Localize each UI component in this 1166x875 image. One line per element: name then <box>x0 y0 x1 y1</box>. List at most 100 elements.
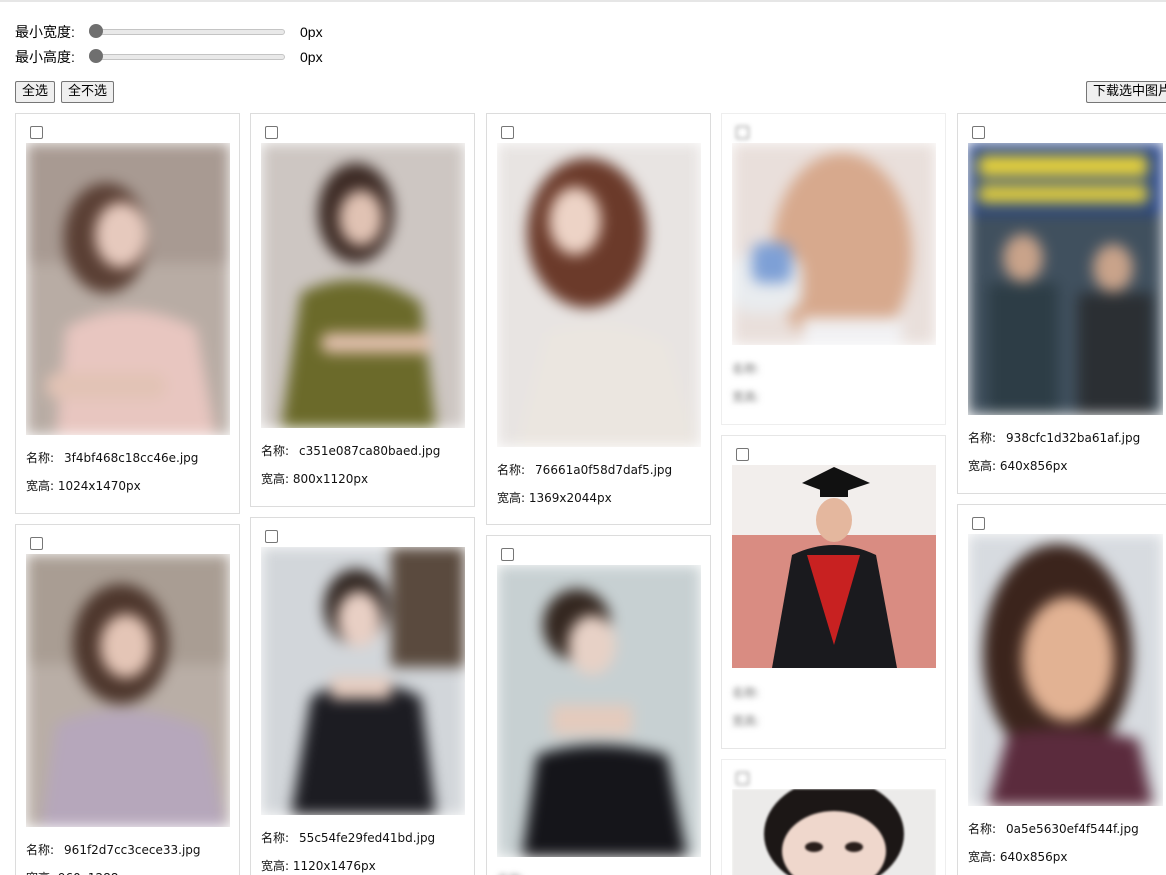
min-height-slider[interactable] <box>89 49 285 65</box>
image-card <box>721 759 946 875</box>
image-size: 960x1288px <box>58 871 133 875</box>
name-label: 名称: <box>968 822 997 836</box>
image-name-row: 名称: 938cfc1d32ba61af.jpg <box>968 429 1140 446</box>
image-name-row: 名称: 55c54fe29fed41bd.jpg <box>261 829 435 846</box>
select-checkbox[interactable] <box>265 530 278 543</box>
image-card: 名称: 3f4bf468c18cc46e.jpg 宽高: 1024x1470px <box>15 113 240 514</box>
select-all-button[interactable]: 全选 <box>15 81 56 103</box>
image-name-row: 名称: <box>732 684 770 701</box>
select-checkbox[interactable] <box>972 126 985 139</box>
image-card: 名称: 938cfc1d32ba61af.jpg 宽高: 640x856px <box>957 113 1166 494</box>
image-card: 名称: 55c54fe29fed41bd.jpg 宽高: 1120x1476px <box>250 517 475 875</box>
image-card: 名称: 76661a0f58d7daf5.jpg 宽高: 1369x2044px <box>486 113 711 525</box>
image-size: 1024x1470px <box>57 479 141 493</box>
select-checkbox[interactable] <box>736 448 749 461</box>
select-checkbox[interactable] <box>265 126 278 139</box>
size-label: 宽高: <box>26 871 54 875</box>
select-checkbox[interactable] <box>736 126 749 139</box>
slider-thumb[interactable] <box>89 49 103 63</box>
image-card: 名称: 0a5e5630ef4f544f.jpg 宽高: 640x856px <box>957 504 1166 875</box>
image-name: 3f4bf468c18cc46e.jpg <box>64 451 199 465</box>
name-label: 名称: <box>261 831 290 845</box>
min-height-filter: 最小高度: 0px <box>15 46 323 68</box>
thumbnail-image[interactable] <box>261 547 465 815</box>
image-size-row: 宽高: 1369x2044px <box>497 489 612 506</box>
thumbnail-image[interactable] <box>497 143 701 447</box>
image-size-row: 宽高: 1120x1476px <box>261 857 376 874</box>
select-checkbox[interactable] <box>501 548 514 561</box>
image-size: 1369x2044px <box>528 491 612 505</box>
image-name: 0a5e5630ef4f544f.jpg <box>1006 822 1139 836</box>
image-size: 1120x1476px <box>292 859 376 873</box>
image-size-row: 宽高: <box>732 388 760 405</box>
thumbnail-image[interactable] <box>732 143 936 345</box>
image-name-row: 名称: 3f4bf468c18cc46e.jpg <box>26 449 198 466</box>
size-label: 宽高: <box>732 390 761 404</box>
slider-thumb[interactable] <box>89 24 103 38</box>
size-label: 宽高: <box>732 714 761 728</box>
image-size-row: 宽高: 1024x1470px <box>26 477 141 494</box>
image-name-row: 名称: 76661a0f58d7daf5.jpg <box>497 461 672 478</box>
image-size-row: 宽高: 800x1120px <box>261 470 368 487</box>
image-size-row: 宽高: 960x1288px <box>26 869 133 875</box>
select-checkbox[interactable] <box>30 537 43 550</box>
image-name: 961f2d7cc3cece33.jpg <box>64 843 201 857</box>
image-name: 55c54fe29fed41bd.jpg <box>299 831 436 845</box>
image-card: 名称: <box>486 535 711 875</box>
min-width-value: 0px <box>300 24 323 40</box>
size-label: 宽高: <box>968 459 997 473</box>
name-label: 名称: <box>732 362 761 376</box>
name-label: 名称: <box>732 686 761 700</box>
min-height-value: 0px <box>300 49 323 65</box>
select-checkbox[interactable] <box>736 772 749 785</box>
thumbnail-image[interactable] <box>732 465 936 668</box>
image-name-row: 名称: 0a5e5630ef4f544f.jpg <box>968 820 1139 837</box>
select-checkbox[interactable] <box>501 126 514 139</box>
image-size: 640x856px <box>999 459 1068 473</box>
select-checkbox[interactable] <box>30 126 43 139</box>
image-size-row: 宽高: 640x856px <box>968 457 1068 474</box>
image-name-row: 名称: <box>732 360 770 377</box>
select-checkbox[interactable] <box>972 517 985 530</box>
slider-track <box>89 29 285 35</box>
select-none-button[interactable]: 全不选 <box>61 81 115 103</box>
size-label: 宽高: <box>968 850 997 864</box>
name-label: 名称: <box>26 451 55 465</box>
size-label: 宽高: <box>261 472 290 486</box>
size-label: 宽高: <box>26 479 55 493</box>
page-top-border <box>0 0 1166 2</box>
image-size: 640x856px <box>999 850 1068 864</box>
thumbnail-image[interactable] <box>26 143 230 435</box>
name-label: 名称: <box>497 463 526 477</box>
thumbnail-image[interactable] <box>968 143 1163 415</box>
name-label: 名称: <box>968 431 997 445</box>
image-card: 名称: 宽高: <box>721 435 946 749</box>
image-size-row: 宽高: <box>732 712 760 729</box>
image-name-row: 名称: 961f2d7cc3cece33.jpg <box>26 841 201 858</box>
thumbnail-image[interactable] <box>26 554 230 827</box>
image-name-row: 名称: c351e087ca80baed.jpg <box>261 442 440 459</box>
image-size: 800x1120px <box>292 472 369 486</box>
min-width-label: 最小宽度: <box>15 24 75 40</box>
image-name-row: 名称: <box>497 871 535 875</box>
slider-track <box>89 54 285 60</box>
thumbnail-image[interactable] <box>732 789 936 875</box>
image-name: 76661a0f58d7daf5.jpg <box>535 463 673 477</box>
image-name: c351e087ca80baed.jpg <box>299 444 441 458</box>
image-card: 名称: c351e087ca80baed.jpg 宽高: 800x1120px <box>250 113 475 507</box>
size-label: 宽高: <box>497 491 526 505</box>
download-selected-button[interactable]: 下载选中图片 <box>1086 81 1166 103</box>
image-size-row: 宽高: 640x856px <box>968 848 1068 865</box>
image-card: 名称: 宽高: <box>721 113 946 425</box>
min-width-slider[interactable] <box>89 24 285 40</box>
name-label: 名称: <box>26 843 55 857</box>
thumbnail-image[interactable] <box>497 565 701 857</box>
name-label: 名称: <box>261 444 290 458</box>
thumbnail-image[interactable] <box>968 534 1163 806</box>
min-width-filter: 最小宽度: 0px <box>15 21 323 43</box>
image-card: 名称: 961f2d7cc3cece33.jpg 宽高: 960x1288px <box>15 524 240 875</box>
thumbnail-image[interactable] <box>261 143 465 428</box>
min-height-label: 最小高度: <box>15 49 75 65</box>
image-name: 938cfc1d32ba61af.jpg <box>1006 431 1141 445</box>
size-label: 宽高: <box>261 859 290 873</box>
